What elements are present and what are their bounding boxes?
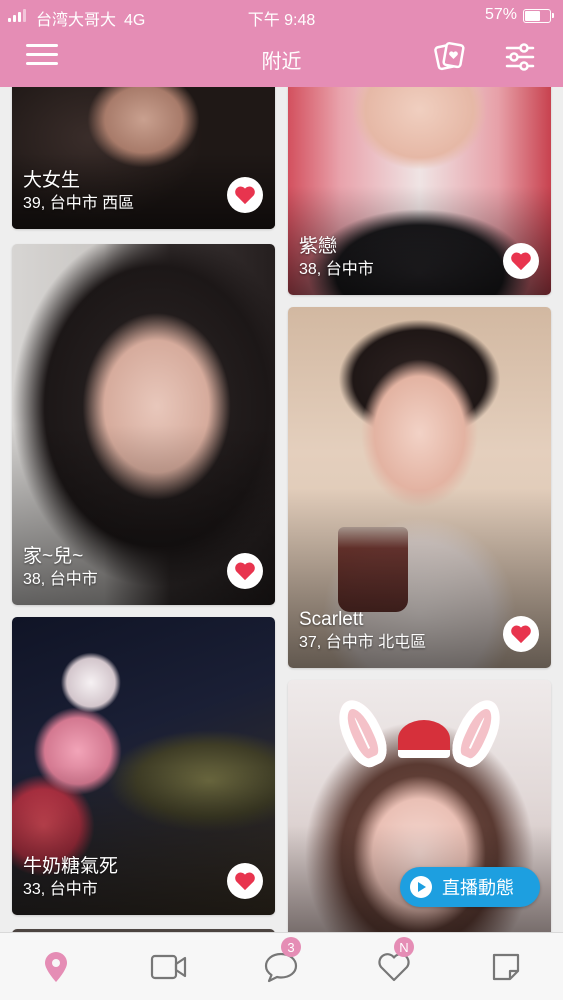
profile-name: 紫戀	[299, 236, 338, 257]
profile-detail: 39, 台中市 西區	[23, 195, 135, 212]
battery-icon	[523, 9, 554, 23]
battery-percent: 57%	[484, 6, 517, 23]
bottom-tab-bar: 3 N	[0, 932, 563, 1000]
profile-name: 牛奶糖氣死	[23, 856, 119, 877]
like-button[interactable]	[227, 863, 263, 899]
profile-detail: 38, 台中市	[23, 571, 98, 588]
cards-button[interactable]	[432, 40, 468, 72]
profile-card[interactable]: 大女生 39, 台中市 西區	[12, 87, 275, 229]
profile-card[interactable]: 家~兒~ 38, 台中市	[12, 244, 275, 605]
heart-icon	[511, 625, 531, 644]
heart-icon	[235, 186, 255, 205]
profile-detail: 37, 台中市 北屯區	[299, 634, 427, 651]
video-camera-icon	[150, 954, 187, 980]
live-stream-button[interactable]: 直播動態	[400, 867, 540, 907]
profile-card[interactable]: Scarlett 37, 台中市 北屯區	[288, 307, 551, 668]
nearby-feed[interactable]: 大女生 39, 台中市 西區 紫戀 38, 台中市 家~兒~ 38, 台中市 S…	[0, 87, 563, 932]
tab-nearby[interactable]	[28, 947, 84, 987]
tab-likes[interactable]: N	[366, 937, 422, 987]
profile-card[interactable]: 紫戀 38, 台中市	[288, 87, 551, 295]
profile-name: Scarlett	[299, 609, 364, 630]
like-button[interactable]	[227, 177, 263, 213]
heart-icon	[235, 562, 255, 581]
tab-video[interactable]	[141, 947, 197, 987]
tab-messages[interactable]: 3	[253, 937, 309, 987]
cards-icon	[434, 42, 465, 71]
profile-name: 大女生	[23, 170, 81, 191]
status-time: 下午 9:48	[247, 12, 316, 29]
play-icon	[410, 876, 432, 898]
heart-icon	[511, 252, 531, 271]
likes-badge: N	[394, 937, 414, 957]
live-stream-label: 直播動態	[442, 878, 514, 898]
profile-name: 家~兒~	[23, 546, 84, 567]
filter-button[interactable]	[504, 42, 536, 72]
profile-detail: 33, 台中市	[23, 881, 98, 898]
message-badge: 3	[281, 937, 301, 957]
like-button[interactable]	[227, 553, 263, 589]
profile-card[interactable]: 牛奶糖氣死 33, 台中市	[12, 617, 275, 915]
filter-sliders-icon	[505, 43, 535, 71]
like-button[interactable]	[503, 243, 539, 279]
location-pin-icon	[45, 952, 67, 982]
note-icon	[492, 953, 520, 981]
tab-notes[interactable]	[478, 947, 534, 987]
page-title: 附近	[261, 51, 302, 73]
heart-icon	[235, 872, 255, 891]
profile-detail: 38, 台中市	[299, 261, 374, 278]
top-bar: 台湾大哥大 4G 下午 9:48 57% 附近	[0, 0, 563, 87]
status-bar: 台湾大哥大 4G 下午 9:48 57%	[0, 4, 563, 29]
like-button[interactable]	[503, 616, 539, 652]
